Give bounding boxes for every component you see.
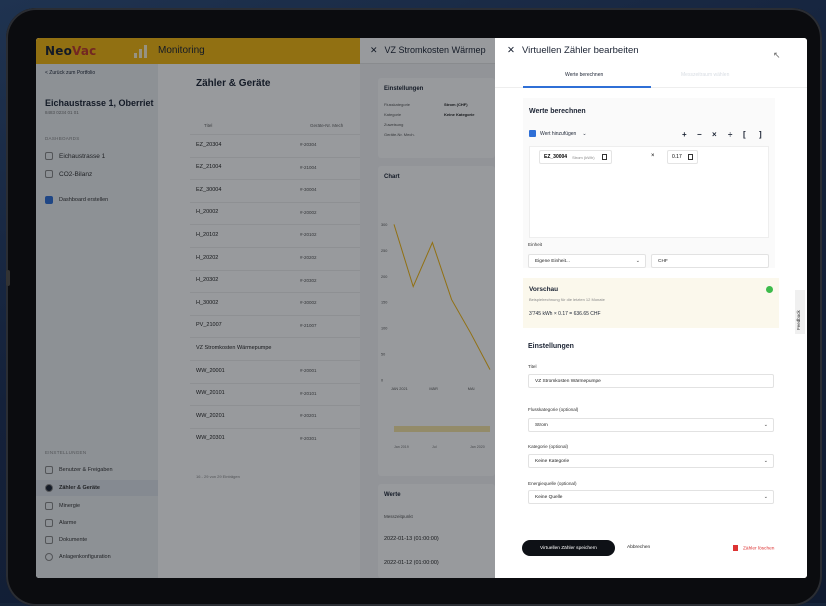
trash-icon (733, 545, 738, 551)
chevron-down-icon: ⌄ (763, 458, 768, 464)
chip-constant-value: 0.17 (672, 154, 682, 160)
calc-section-title: Werte berechnen (529, 108, 586, 115)
category-select[interactable]: Keine Kategorie ⌄ (528, 454, 774, 468)
virtual-meter-editor: ✕ Virtuellen Zähler bearbeiten ↖ Werte be… (495, 38, 807, 578)
flow-select[interactable]: Strom ⌄ (528, 418, 774, 432)
delete-button[interactable]: Zähler löschen (733, 545, 774, 551)
editor-tabs: Werte berechnen Messzeitraum wählen (495, 64, 807, 88)
screen: < Zurück zum Portfolio Eichaustrasse 1, … (36, 38, 807, 578)
preview-subtitle: Beispielrechnung für die letzten 12 Mona… (529, 297, 605, 302)
add-value-dropdown[interactable]: Wert hinzufügen ⌄ (529, 130, 587, 137)
chevron-down-icon: ⌄ (763, 494, 768, 500)
formula-chip-constant[interactable]: 0.17 (667, 150, 698, 164)
preview-formula: 3'745 kWh × 0.17 = 636.65 CHF (529, 311, 601, 317)
op-divide[interactable]: ÷ (728, 130, 732, 139)
op-plus[interactable]: + (682, 130, 687, 139)
trash-icon[interactable] (601, 154, 607, 160)
unit-select-value: Eigene Einheit... (535, 258, 570, 264)
unit-input[interactable]: CHF (651, 254, 769, 268)
status-ok-icon (766, 286, 773, 293)
save-button[interactable]: Virtuellen Zähler speichern (522, 540, 615, 556)
op-bracket-close[interactable]: ] (759, 130, 762, 139)
flow-label: Flusskategorie (optional) (528, 407, 579, 412)
close-icon[interactable]: ✕ (507, 45, 515, 56)
delete-button-label: Zähler löschen (743, 546, 775, 552)
formula-operator: × (651, 153, 655, 159)
add-value-label: Wert hinzufügen (540, 130, 577, 137)
formula-chip-meter[interactable]: EZ_30004 Strom (kWh) (539, 150, 612, 164)
op-multiply[interactable]: × (712, 130, 717, 139)
feedback-label: Feedback (796, 310, 801, 330)
tab-period[interactable]: Messzeitraum wählen (681, 72, 729, 78)
chevron-down-icon: ⌄ (763, 422, 768, 428)
editor-title: Virtuellen Zähler bearbeiten (521, 45, 639, 56)
settings-title: Einstellungen (528, 343, 574, 350)
source-label: Energiequelle (optional) (528, 481, 577, 486)
preview-box: Vorschau Beispielrechnung für die letzte… (523, 278, 779, 328)
title-input[interactable]: VZ Stromkosten Wärmepumpe (528, 374, 774, 388)
tab-calc[interactable]: Werte berechnen (565, 72, 603, 78)
cancel-button[interactable]: Abbrechen (627, 545, 650, 550)
chip-meter-name: EZ_30004 (544, 154, 568, 160)
add-icon (529, 130, 536, 137)
op-minus[interactable]: − (697, 130, 702, 139)
active-tab-indicator (523, 86, 651, 88)
unit-label: Einheit (528, 242, 543, 247)
op-bracket-open[interactable]: [ (743, 130, 746, 139)
category-select-value: Keine Kategorie (535, 458, 570, 464)
chevron-down-icon: ⌄ (582, 130, 587, 137)
calc-section: Werte berechnen Wert hinzufügen ⌄ (523, 98, 775, 268)
source-select[interactable]: Keine Quelle ⌄ (528, 490, 774, 504)
chevron-down-icon: ⌄ (635, 258, 640, 264)
chip-meter-unit: Strom (kWh) (572, 154, 595, 160)
flow-select-value: Strom (535, 422, 548, 428)
cursor-icon: ↖ (773, 50, 781, 60)
trash-icon[interactable] (687, 154, 693, 160)
preview-title: Vorschau (529, 286, 559, 293)
feedback-tab[interactable]: Feedback (795, 290, 805, 334)
source-select-value: Keine Quelle (535, 494, 563, 500)
tablet-camera (6, 270, 10, 286)
editor-header: ✕ Virtuellen Zähler bearbeiten (507, 45, 639, 56)
unit-select[interactable]: Eigene Einheit... ⌄ (528, 254, 646, 268)
title-input-value: VZ Stromkosten Wärmepumpe (535, 378, 601, 384)
category-label: Kategorie (optional) (528, 444, 569, 449)
modal-backdrop[interactable] (36, 38, 495, 578)
unit-input-value: CHF (658, 258, 668, 264)
title-label: Titel (528, 364, 537, 369)
